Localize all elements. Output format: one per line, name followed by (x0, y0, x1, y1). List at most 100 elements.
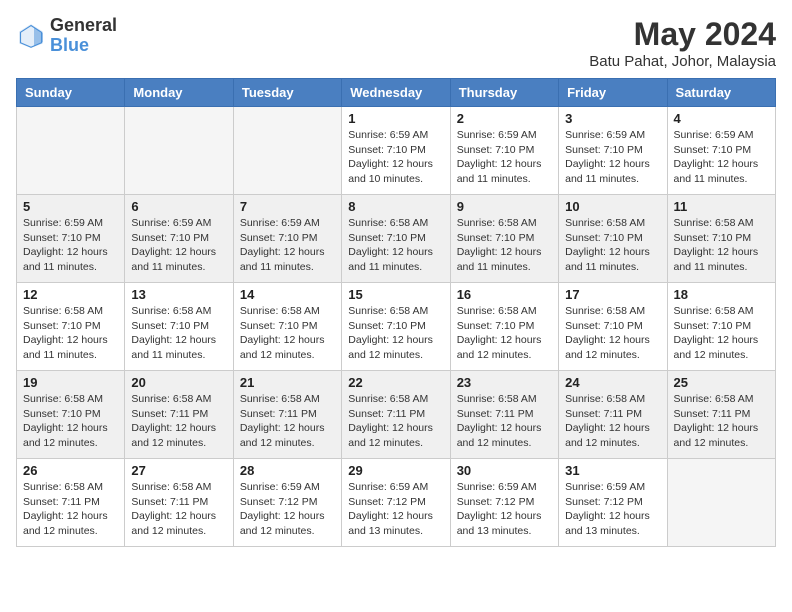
day-info: Sunrise: 6:58 AM Sunset: 7:11 PM Dayligh… (131, 392, 226, 451)
calendar-cell: 12 Sunrise: 6:58 AM Sunset: 7:10 PM Dayli… (17, 283, 125, 371)
day-info: Sunrise: 6:59 AM Sunset: 7:10 PM Dayligh… (240, 216, 335, 275)
day-number: 9 (457, 199, 552, 214)
calendar-header-row: SundayMondayTuesdayWednesdayThursdayFrid… (17, 79, 776, 107)
day-info: Sunrise: 6:58 AM Sunset: 7:10 PM Dayligh… (348, 304, 443, 363)
calendar-week-row: 5 Sunrise: 6:59 AM Sunset: 7:10 PM Daylig… (17, 195, 776, 283)
day-info: Sunrise: 6:59 AM Sunset: 7:10 PM Dayligh… (565, 128, 660, 187)
calendar-week-row: 26 Sunrise: 6:58 AM Sunset: 7:11 PM Dayli… (17, 459, 776, 547)
calendar-cell (17, 107, 125, 195)
calendar-cell: 13Sunrise: 6:58 AM Sunset: 7:10 PM Dayli… (125, 283, 233, 371)
day-number: 11 (674, 199, 769, 214)
day-number: 17 (565, 287, 660, 302)
day-info: Sunrise: 6:58 AM Sunset: 7:10 PM Dayligh… (23, 304, 118, 363)
day-info: Sunrise: 6:58 AM Sunset: 7:10 PM Dayligh… (674, 216, 769, 275)
day-number: 6 (131, 199, 226, 214)
day-info: Sunrise: 6:58 AM Sunset: 7:11 PM Dayligh… (565, 392, 660, 451)
page-header: General Blue May 2024 Batu Pahat, Johor,… (16, 16, 776, 70)
day-info: Sunrise: 6:58 AM Sunset: 7:11 PM Dayligh… (131, 480, 226, 539)
calendar-cell: 30 Sunrise: 6:59 AM Sunset: 7:12 PM Dayli… (450, 459, 558, 547)
day-info: Sunrise: 6:59 AM Sunset: 7:10 PM Dayligh… (348, 128, 443, 187)
day-info: Sunrise: 6:58 AM Sunset: 7:11 PM Dayligh… (240, 392, 335, 451)
calendar-cell: 19Sunrise: 6:58 AM Sunset: 7:10 PM Dayli… (17, 371, 125, 459)
location: Batu Pahat, Johor, Malaysia (589, 53, 776, 70)
day-number: 22 (348, 375, 443, 390)
day-number: 10 (565, 199, 660, 214)
day-number: 15 (348, 287, 443, 302)
calendar-week-row: 19Sunrise: 6:58 AM Sunset: 7:10 PM Dayli… (17, 371, 776, 459)
day-number: 27 (131, 463, 226, 478)
calendar-cell: 17Sunrise: 6:58 AM Sunset: 7:10 PM Dayli… (559, 283, 667, 371)
day-number: 2 (457, 111, 552, 126)
day-number: 8 (348, 199, 443, 214)
calendar-cell: 18 Sunrise: 6:58 AM Sunset: 7:10 PM Dayli… (667, 283, 775, 371)
day-number: 25 (674, 375, 769, 390)
day-header-thursday: Thursday (450, 79, 558, 107)
logo-blue: Blue (50, 36, 117, 56)
day-info: Sunrise: 6:58 AM Sunset: 7:11 PM Dayligh… (348, 392, 443, 451)
calendar-week-row: 12 Sunrise: 6:58 AM Sunset: 7:10 PM Dayli… (17, 283, 776, 371)
calendar-cell: 1 Sunrise: 6:59 AM Sunset: 7:10 PM Daylig… (342, 107, 450, 195)
calendar-cell: 22 Sunrise: 6:58 AM Sunset: 7:11 PM Dayli… (342, 371, 450, 459)
day-number: 23 (457, 375, 552, 390)
day-number: 24 (565, 375, 660, 390)
day-info: Sunrise: 6:58 AM Sunset: 7:10 PM Dayligh… (348, 216, 443, 275)
day-number: 5 (23, 199, 118, 214)
day-info: Sunrise: 6:58 AM Sunset: 7:10 PM Dayligh… (565, 216, 660, 275)
calendar-cell: 27 Sunrise: 6:58 AM Sunset: 7:11 PM Dayli… (125, 459, 233, 547)
calendar-cell: 4 Sunrise: 6:59 AM Sunset: 7:10 PM Daylig… (667, 107, 775, 195)
calendar-cell (125, 107, 233, 195)
day-info: Sunrise: 6:59 AM Sunset: 7:12 PM Dayligh… (457, 480, 552, 539)
calendar-cell: 5 Sunrise: 6:59 AM Sunset: 7:10 PM Daylig… (17, 195, 125, 283)
day-number: 16 (457, 287, 552, 302)
calendar-cell: 8 Sunrise: 6:58 AM Sunset: 7:10 PM Daylig… (342, 195, 450, 283)
calendar-week-row: 1 Sunrise: 6:59 AM Sunset: 7:10 PM Daylig… (17, 107, 776, 195)
day-info: Sunrise: 6:58 AM Sunset: 7:10 PM Dayligh… (457, 216, 552, 275)
day-number: 4 (674, 111, 769, 126)
calendar-cell: 26 Sunrise: 6:58 AM Sunset: 7:11 PM Dayli… (17, 459, 125, 547)
calendar-cell: 7 Sunrise: 6:59 AM Sunset: 7:10 PM Daylig… (233, 195, 341, 283)
logo-general: General (50, 16, 117, 36)
calendar-cell: 21 Sunrise: 6:58 AM Sunset: 7:11 PM Dayli… (233, 371, 341, 459)
day-number: 29 (348, 463, 443, 478)
day-number: 14 (240, 287, 335, 302)
day-number: 31 (565, 463, 660, 478)
calendar-cell: 11 Sunrise: 6:58 AM Sunset: 7:10 PM Dayli… (667, 195, 775, 283)
day-info: Sunrise: 6:59 AM Sunset: 7:10 PM Dayligh… (131, 216, 226, 275)
day-number: 12 (23, 287, 118, 302)
calendar-cell: 24 Sunrise: 6:58 AM Sunset: 7:11 PM Dayli… (559, 371, 667, 459)
day-number: 3 (565, 111, 660, 126)
calendar-cell: 15 Sunrise: 6:58 AM Sunset: 7:10 PM Dayli… (342, 283, 450, 371)
day-info: Sunrise: 6:58 AM Sunset: 7:10 PM Dayligh… (23, 392, 118, 451)
day-number: 30 (457, 463, 552, 478)
day-info: Sunrise: 6:58 AM Sunset: 7:11 PM Dayligh… (457, 392, 552, 451)
calendar-cell: 10 Sunrise: 6:58 AM Sunset: 7:10 PM Dayli… (559, 195, 667, 283)
day-header-tuesday: Tuesday (233, 79, 341, 107)
calendar-cell: 2 Sunrise: 6:59 AM Sunset: 7:10 PM Daylig… (450, 107, 558, 195)
day-info: Sunrise: 6:58 AM Sunset: 7:10 PM Dayligh… (674, 304, 769, 363)
calendar-cell (233, 107, 341, 195)
logo-text: General Blue (50, 16, 117, 56)
day-info: Sunrise: 6:59 AM Sunset: 7:10 PM Dayligh… (23, 216, 118, 275)
title-block: May 2024 Batu Pahat, Johor, Malaysia (589, 16, 776, 70)
calendar-cell: 3 Sunrise: 6:59 AM Sunset: 7:10 PM Daylig… (559, 107, 667, 195)
day-info: Sunrise: 6:59 AM Sunset: 7:12 PM Dayligh… (348, 480, 443, 539)
day-number: 21 (240, 375, 335, 390)
day-info: Sunrise: 6:59 AM Sunset: 7:10 PM Dayligh… (674, 128, 769, 187)
day-number: 1 (348, 111, 443, 126)
calendar-cell (667, 459, 775, 547)
day-number: 7 (240, 199, 335, 214)
day-number: 18 (674, 287, 769, 302)
calendar-cell: 29 Sunrise: 6:59 AM Sunset: 7:12 PM Dayli… (342, 459, 450, 547)
calendar-cell: 28Sunrise: 6:59 AM Sunset: 7:12 PM Dayli… (233, 459, 341, 547)
day-header-saturday: Saturday (667, 79, 775, 107)
calendar-cell: 9 Sunrise: 6:58 AM Sunset: 7:10 PM Daylig… (450, 195, 558, 283)
calendar-cell: 31 Sunrise: 6:59 AM Sunset: 7:12 PM Dayli… (559, 459, 667, 547)
day-header-wednesday: Wednesday (342, 79, 450, 107)
day-info: Sunrise: 6:59 AM Sunset: 7:12 PM Dayligh… (565, 480, 660, 539)
day-number: 26 (23, 463, 118, 478)
month-title: May 2024 (589, 16, 776, 53)
day-number: 13 (131, 287, 226, 302)
calendar-table: SundayMondayTuesdayWednesdayThursdayFrid… (16, 78, 776, 547)
day-info: Sunrise: 6:58 AM Sunset: 7:11 PM Dayligh… (23, 480, 118, 539)
day-info: Sunrise: 6:59 AM Sunset: 7:10 PM Dayligh… (457, 128, 552, 187)
